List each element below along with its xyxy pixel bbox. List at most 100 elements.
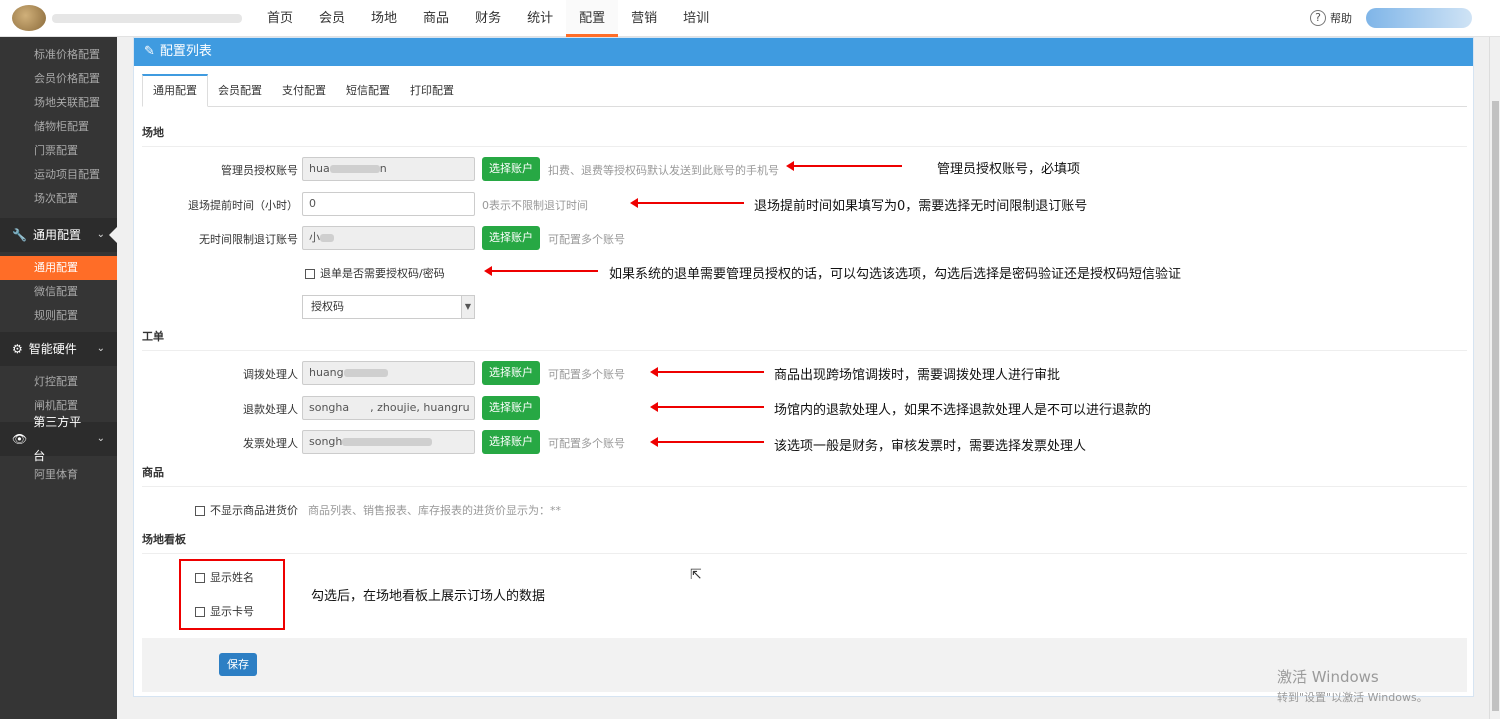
refund-hours-label: 退场提前时间（小时） xyxy=(188,199,298,212)
hide-cost-hint: 商品列表、销售报表、库存报表的进货价显示为：** xyxy=(308,504,561,517)
active-notch xyxy=(109,227,117,243)
unlimited-account-hint: 可配置多个账号 xyxy=(548,233,625,246)
annotation-refund: 场馆内的退款处理人，如果不选择退款处理人是不可以进行退款的 xyxy=(774,403,1152,418)
chevron-down-icon: ⌄ xyxy=(96,343,105,354)
show-card-checkbox[interactable]: 显示卡号 xyxy=(195,603,254,619)
page-scrollbar[interactable] xyxy=(1489,37,1500,719)
tab-payment[interactable]: 支付配置 xyxy=(272,74,336,107)
sidebar-item-venue-link[interactable]: 场地关联配置 xyxy=(0,91,117,115)
sidebar-item-locker[interactable]: 储物柜配置 xyxy=(0,115,117,139)
tab-member[interactable]: 会员配置 xyxy=(208,74,272,107)
sidebar-item-standard-price[interactable]: 标准价格配置 xyxy=(0,43,117,67)
show-card-label: 显示卡号 xyxy=(210,605,254,618)
sidebar-group-hardware[interactable]: ⚙ 智能硬件 ⌄ xyxy=(0,332,117,366)
top-navbar: 首页 会员 场地 商品 财务 统计 配置 营销 培训 ? 帮助 xyxy=(0,0,1500,37)
annotation-arrow xyxy=(650,437,764,447)
select-refund-button[interactable]: 选择账户 xyxy=(482,396,540,420)
select-admin-account-button[interactable]: 选择账户 xyxy=(482,157,540,181)
annotation-auth: 如果系统的退单需要管理员授权的话，可以勾选该选项，勾选后选择是密码验证还是授权码… xyxy=(609,267,1182,282)
section-workorder: 工单 xyxy=(142,328,1467,351)
refund-field[interactable]: songha , zhoujie, huangru xyxy=(302,396,475,420)
sidebar-group-thirdparty[interactable]: 👁 第三方平台 ⌄ xyxy=(0,415,117,463)
user-account-menu[interactable] xyxy=(1366,8,1472,28)
save-button[interactable]: 保存 xyxy=(219,653,257,676)
admin-account-label: 管理员授权账号 xyxy=(221,164,298,177)
nav-home[interactable]: 首页 xyxy=(254,0,306,37)
wrench-icon: 🔧 xyxy=(12,228,27,242)
nav-training[interactable]: 培训 xyxy=(670,0,722,37)
unlimited-account-row: 无时间限制退订账号 小 选择账户 可配置多个账号 xyxy=(134,226,1475,250)
hide-cost-row: 不显示商品进货价 商品列表、销售报表、库存报表的进货价显示为：** xyxy=(134,497,1475,521)
main-nav: 首页 会员 场地 商品 财务 统计 配置 营销 培训 xyxy=(254,0,722,37)
select-unlimited-account-button[interactable]: 选择账户 xyxy=(482,226,540,250)
need-auth-checkbox[interactable]: 退单是否需要授权码/密码 xyxy=(305,265,445,281)
sidebar-group-general[interactable]: 🔧 通用配置 ⌄ xyxy=(0,218,117,252)
nav-goods[interactable]: 商品 xyxy=(410,0,462,37)
panel-title: 配置列表 xyxy=(159,44,212,59)
refund-hours-hint: 0表示不限制退订时间 xyxy=(482,199,588,212)
sidebar-item-ticket[interactable]: 门票配置 xyxy=(0,139,117,163)
chevron-down-icon: ▼ xyxy=(461,296,474,318)
admin-account-field[interactable]: hua n xyxy=(302,157,475,181)
invoice-label: 发票处理人 xyxy=(243,437,298,450)
question-circle-icon: ? xyxy=(1310,10,1326,26)
need-auth-label: 退单是否需要授权码/密码 xyxy=(320,267,445,280)
chevron-down-icon: ⌄ xyxy=(96,229,105,240)
admin-account-row: 管理员授权账号 hua n 选择账户 扣费、退费等授权码默认发送到此账号的手机号 xyxy=(134,157,1475,181)
eye-icon: 👁 xyxy=(12,432,28,446)
unlimited-account-label: 无时间限制退订账号 xyxy=(199,233,298,246)
annotation-arrow xyxy=(484,266,598,276)
show-name-checkbox[interactable]: 显示姓名 xyxy=(195,569,254,585)
annotation-invoice: 该选项一般是财务，审核发票时，需要选择发票处理人 xyxy=(774,439,1087,454)
sidebar: 标准价格配置 会员价格配置 场地关联配置 储物柜配置 门票配置 运动项目配置 场… xyxy=(0,37,117,719)
show-name-label: 显示姓名 xyxy=(210,571,254,584)
help-link[interactable]: ? 帮助 xyxy=(1310,10,1352,26)
nav-venue[interactable]: 场地 xyxy=(358,0,410,37)
edit-icon: ✎ xyxy=(144,44,155,59)
sidebar-item-light-config[interactable]: 灯控配置 xyxy=(0,370,117,394)
sidebar-group-general-label: 通用配置 xyxy=(32,228,81,242)
refund-hours-input[interactable]: 0 xyxy=(302,192,475,216)
panel-header: ✎ 配置列表 xyxy=(134,38,1473,66)
nav-stats[interactable]: 统计 xyxy=(514,0,566,37)
gear-icon: ⚙ xyxy=(12,342,23,356)
annotation-refund-time: 退场提前时间如果填写为0，需要选择无时间限制退订账号 xyxy=(754,199,1088,214)
invoice-field[interactable]: songh xyxy=(302,430,475,454)
select-invoice-button[interactable]: 选择账户 xyxy=(482,430,540,454)
nav-config[interactable]: 配置 xyxy=(566,0,619,37)
section-goods: 商品 xyxy=(142,464,1467,487)
tab-general[interactable]: 通用配置 xyxy=(142,74,208,107)
sidebar-item-alisports[interactable]: 阿里体育 xyxy=(0,463,117,487)
refund-label: 退款处理人 xyxy=(243,403,298,416)
admin-account-hint: 扣费、退费等授权码默认发送到此账号的手机号 xyxy=(548,164,779,177)
annotation-arrow xyxy=(650,367,764,377)
unlimited-account-field[interactable]: 小 xyxy=(302,226,475,250)
nav-marketing[interactable]: 营销 xyxy=(618,0,670,37)
transfer-field[interactable]: huang xyxy=(302,361,475,385)
sidebar-item-rule-config[interactable]: 规则配置 xyxy=(0,304,117,328)
sidebar-item-wechat-config[interactable]: 微信配置 xyxy=(0,280,117,304)
annotation-arrow xyxy=(786,161,902,171)
nav-member[interactable]: 会员 xyxy=(306,0,358,37)
mouse-cursor-icon: ⇱ xyxy=(690,567,702,583)
section-venue: 场地 xyxy=(142,124,1467,147)
hide-cost-checkbox[interactable]: 不显示商品进货价 xyxy=(195,502,298,518)
sidebar-item-session[interactable]: 场次配置 xyxy=(0,187,117,211)
nav-finance[interactable]: 财务 xyxy=(462,0,514,37)
annotation-board: 勾选后，在场地看板上展示订场人的数据 xyxy=(311,589,546,604)
annotation-transfer: 商品出现跨场馆调拨时，需要调拨处理人进行审批 xyxy=(774,368,1061,383)
form-footer: 保存 xyxy=(142,638,1467,692)
sidebar-group-hardware-label: 智能硬件 xyxy=(28,342,77,356)
hide-cost-label: 不显示商品进货价 xyxy=(210,504,298,517)
auth-type-select[interactable]: 授权码 ▼ xyxy=(302,295,475,319)
select-transfer-button[interactable]: 选择账户 xyxy=(482,361,540,385)
sidebar-item-general-config[interactable]: 通用配置 xyxy=(0,256,117,280)
chevron-down-icon: ⌄ xyxy=(96,433,105,444)
tab-sms[interactable]: 短信配置 xyxy=(336,74,400,107)
brand-logo[interactable] xyxy=(12,5,242,31)
tab-print[interactable]: 打印配置 xyxy=(400,74,464,107)
sidebar-item-sport[interactable]: 运动项目配置 xyxy=(0,163,117,187)
sidebar-item-member-price[interactable]: 会员价格配置 xyxy=(0,67,117,91)
annotation-arrow xyxy=(630,198,744,208)
transfer-label: 调拨处理人 xyxy=(243,368,298,381)
